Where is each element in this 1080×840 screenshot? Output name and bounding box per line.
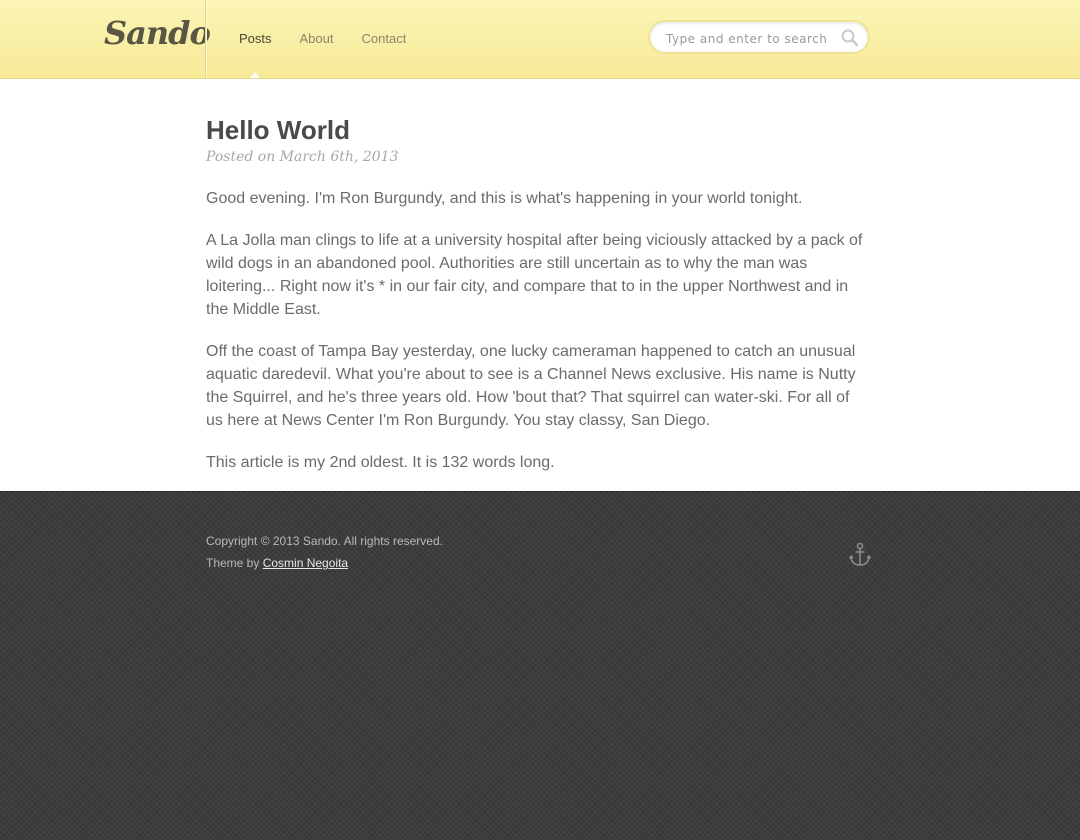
search-box: [648, 20, 870, 54]
post-date: Posted on March 6th, 2013: [206, 149, 399, 165]
search-icon[interactable]: [840, 28, 860, 48]
theme-author-link[interactable]: Cosmin Negoita: [263, 556, 348, 570]
post-paragraph: This article is my 2nd oldest. It is 132…: [206, 454, 555, 471]
site-footer: Copyright © 2013 Sando. All rights reser…: [0, 491, 1080, 840]
site-logo[interactable]: Sando: [104, 14, 211, 52]
post-body: Good evening. I'm Ron Burgundy, and this…: [206, 187, 866, 493]
header-divider: [205, 0, 206, 78]
post-paragraph: Off the coast of Tampa Bay yesterday, on…: [206, 343, 856, 429]
copyright-text: Copyright © 2013 Sando. All rights reser…: [206, 534, 443, 548]
main-nav: Posts About Contact: [239, 31, 406, 46]
post-title[interactable]: Hello World: [206, 115, 350, 146]
site-header: Sando Posts About Contact: [0, 0, 1080, 79]
nav-item-contact[interactable]: Contact: [362, 31, 407, 46]
theme-credit: Theme by Cosmin Negoita: [206, 556, 348, 570]
post-paragraph: A La Jolla man clings to life at a unive…: [206, 232, 863, 318]
anchor-icon[interactable]: [848, 542, 872, 568]
nav-item-about[interactable]: About: [300, 31, 334, 46]
post-paragraph: Good evening. I'm Ron Burgundy, and this…: [206, 190, 803, 207]
theme-credit-prefix: Theme by: [206, 556, 260, 570]
active-nav-indicator: [250, 72, 260, 78]
main-content: Hello World Posted on March 6th, 2013 Go…: [0, 79, 1080, 491]
search-input[interactable]: [664, 29, 838, 49]
nav-item-posts[interactable]: Posts: [239, 31, 272, 46]
